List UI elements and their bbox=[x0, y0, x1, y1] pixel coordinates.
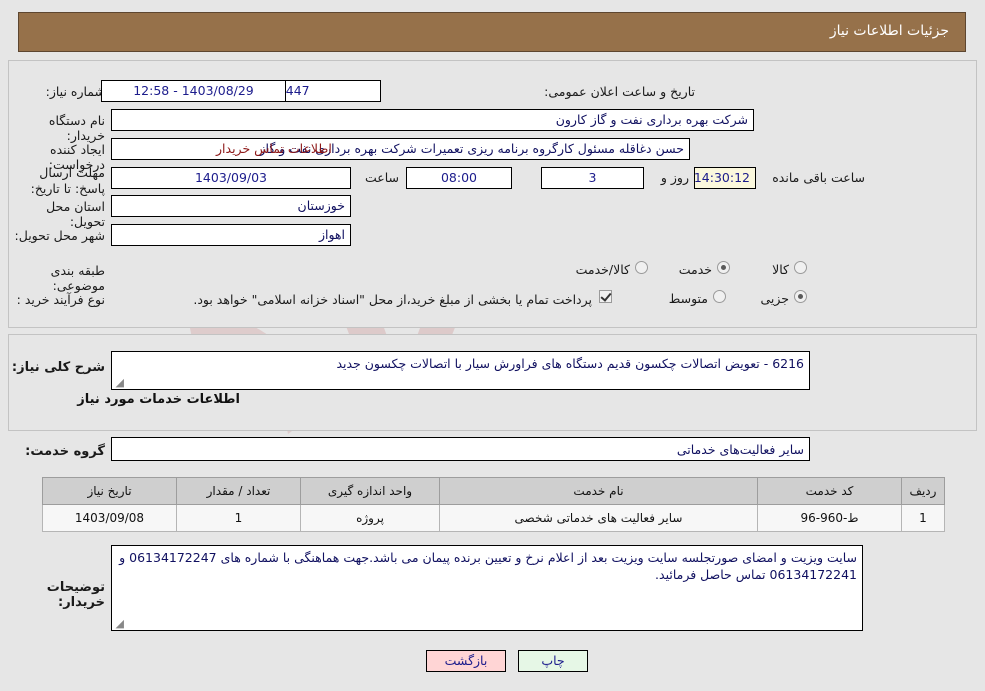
service-group-value-box[interactable]: سایر فعالیت‌های خدماتی bbox=[111, 437, 810, 461]
col-need-date: تاریخ نیاز bbox=[42, 477, 177, 505]
purchase-type-option-jozii: جزیی bbox=[760, 291, 789, 306]
buyer-org-value: شرکت بهره برداری نفت و گاز کارون bbox=[111, 109, 754, 131]
page-title: جزئیات اطلاعات نیاز bbox=[829, 23, 949, 39]
service-group-label: گروه خدمت: bbox=[25, 444, 105, 459]
services-table-wrapper: ردیف کد خدمت نام خدمت واحد اندازه گیری ت… bbox=[42, 477, 945, 532]
category-radio-khedmat[interactable] bbox=[717, 261, 730, 274]
category-option-khedmat: خدمت bbox=[678, 262, 712, 277]
page-root: AriaTender.net جزئیات اطلاعات نیاز شماره… bbox=[0, 0, 985, 691]
buyer-notes-textarea[interactable]: سایت ویزیت و امضای صورتجلسه سایت ویزیت ب… bbox=[111, 545, 863, 631]
city-label: شهر محل تحویل: bbox=[14, 228, 105, 243]
deadline-date-value: 1403/09/03 bbox=[111, 167, 351, 189]
cell-service-name: سایر فعالیت های خدماتی شخصی bbox=[439, 504, 758, 532]
treasury-bonds-checkbox[interactable] bbox=[599, 290, 612, 303]
resize-grip-icon[interactable]: ◢ bbox=[114, 618, 124, 629]
announce-datetime-label: تاریخ و ساعت اعلان عمومی: bbox=[544, 84, 695, 99]
category-option-kala-khedmat: کالا/خدمت bbox=[575, 262, 630, 277]
province-value: خوزستان bbox=[111, 195, 351, 217]
purchase-type-option-motavaset: متوسط bbox=[668, 291, 708, 306]
category-option-kala: کالا bbox=[772, 262, 789, 277]
back-button[interactable]: بازگشت bbox=[426, 650, 506, 672]
services-table: ردیف کد خدمت نام خدمت واحد اندازه گیری ت… bbox=[42, 477, 945, 532]
announce-datetime-value: 1403/08/29 - 12:58 bbox=[101, 80, 286, 102]
col-row-no: ردیف bbox=[901, 477, 945, 505]
col-service-name: نام خدمت bbox=[439, 477, 758, 505]
print-button[interactable]: چاپ bbox=[518, 650, 588, 672]
services-section-heading: اطلاعات خدمات مورد نیاز bbox=[77, 392, 240, 407]
col-unit: واحد اندازه گیری bbox=[300, 477, 440, 505]
cell-row-no: 1 bbox=[901, 504, 945, 532]
category-radio-kala[interactable] bbox=[794, 261, 807, 274]
deadline-label: مهلت ارسال پاسخ: تا تاریخ: bbox=[30, 165, 105, 196]
table-header-row: ردیف کد خدمت نام خدمت واحد اندازه گیری ت… bbox=[42, 477, 945, 505]
cell-need-date: 1403/09/08 bbox=[42, 504, 177, 532]
category-label: طبقه بندی موضوعی: bbox=[50, 263, 105, 293]
page-title-bar: جزئیات اطلاعات نیاز bbox=[18, 12, 966, 52]
table-row: 1 ط-960-96 سایر فعالیت های خدماتی شخصی پ… bbox=[42, 504, 945, 532]
cell-quantity: 1 bbox=[176, 504, 301, 532]
deadline-hour-value: 08:00 bbox=[406, 167, 512, 189]
col-service-code: کد خدمت bbox=[757, 477, 902, 505]
deadline-countdown-value: 14:30:12 bbox=[694, 167, 756, 189]
service-group-value: سایر فعالیت‌های خدماتی bbox=[676, 442, 804, 457]
deadline-remaining-label: ساعت باقی مانده bbox=[772, 170, 865, 185]
general-description-text: 6216 - تعویض اتصالات چکسون قدیم دستگاه ه… bbox=[336, 356, 804, 371]
col-quantity: تعداد / مقدار bbox=[176, 477, 301, 505]
general-description-textarea[interactable]: 6216 - تعویض اتصالات چکسون قدیم دستگاه ه… bbox=[111, 351, 810, 390]
buyer-notes-text: سایت ویزیت و امضای صورتجلسه سایت ویزیت ب… bbox=[119, 550, 857, 582]
purchase-type-label: نوع فرآیند خرید : bbox=[16, 292, 105, 307]
treasury-bonds-note: پرداخت تمام یا بخشی از مبلغ خرید،از محل … bbox=[193, 292, 592, 307]
general-description-label: شرح کلی نیاز: bbox=[11, 360, 105, 375]
resize-grip-icon[interactable]: ◢ bbox=[114, 377, 124, 388]
request-creator-value: حسن دغاقله مسئول کارگروه برنامه ریزی تعم… bbox=[111, 138, 690, 160]
city-value: اهواز bbox=[111, 224, 351, 246]
purchase-type-radio-jozii[interactable] bbox=[794, 290, 807, 303]
buyer-contact-link[interactable]: اطلاعات تماس خریدار bbox=[216, 141, 332, 156]
cell-unit: پروژه bbox=[300, 504, 440, 532]
deadline-days-label: روز و bbox=[660, 170, 689, 185]
purchase-type-radio-motavaset[interactable] bbox=[713, 290, 726, 303]
province-label: استان محل تحویل: bbox=[46, 199, 105, 229]
deadline-hour-label: ساعت bbox=[364, 170, 399, 185]
need-number-label: شماره نیاز: bbox=[45, 84, 105, 99]
buyer-org-label: نام دستگاه خریدار: bbox=[48, 113, 105, 143]
buyer-notes-label: توضیحات خریدار: bbox=[46, 580, 105, 610]
category-radio-kala-khedmat[interactable] bbox=[635, 261, 648, 274]
deadline-days-value: 3 bbox=[541, 167, 644, 189]
cell-service-code: ط-960-96 bbox=[757, 504, 902, 532]
